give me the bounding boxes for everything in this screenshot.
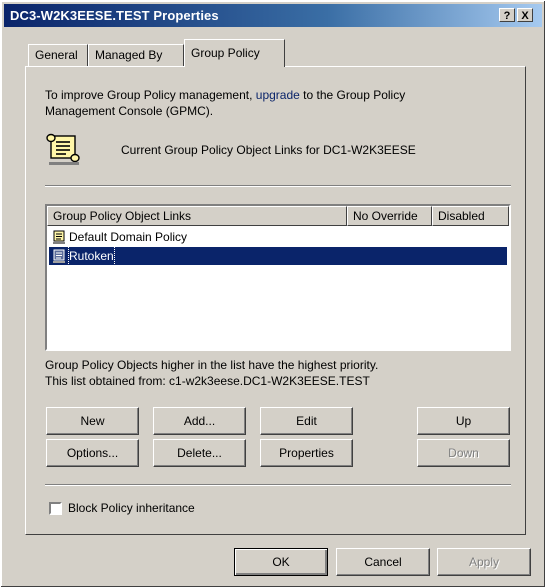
cancel-button[interactable]: Cancel [336,548,430,576]
properties-button[interactable]: Properties [260,439,353,467]
list-row-label: Rutoken [68,246,115,266]
tab-managed-by[interactable]: Managed By [88,44,184,66]
separator-bottom [45,484,511,486]
tab-group-policy[interactable]: Group Policy [184,39,285,67]
close-button[interactable]: X [517,8,533,22]
column-header-links[interactable]: Group Policy Object Links [47,206,347,226]
current-links-caption: Current Group Policy Object Links for DC… [121,143,416,157]
intro-text-part1: To improve Group Policy management, [45,88,253,102]
group-policy-scroll-icon [46,133,80,165]
list-row-rutoken[interactable]: Rutoken [49,246,507,266]
block-inheritance-checkbox[interactable] [49,502,62,515]
column-header-no-override[interactable]: No Override [347,206,432,226]
intro-text-line2: Management Console (GPMC). [45,104,214,118]
options-button[interactable]: Options... [46,439,139,467]
tab-general[interactable]: General [28,44,88,66]
up-button[interactable]: Up [417,407,510,435]
add-button[interactable]: Add... [153,407,246,435]
priority-note: Group Policy Objects higher in the list … [45,358,379,372]
ok-button[interactable]: OK [234,548,328,576]
properties-dialog: DC3-W2K3EESE.TEST Properties ? X General… [0,0,546,588]
separator-top [45,185,511,187]
new-button[interactable]: New [46,407,139,435]
intro-text-part2: to the Group Policy [303,88,406,102]
gpo-links-list[interactable]: Group Policy Object Links No Override Di… [45,204,511,351]
apply-button[interactable]: Apply [437,548,531,576]
scroll-icon [53,249,65,263]
window-title: DC3-W2K3EESE.TEST Properties [10,8,219,23]
current-links-prefix: Current Group Policy Object Links for [121,143,320,157]
column-header-disabled[interactable]: Disabled [432,206,509,226]
list-row-default-domain-policy[interactable]: Default Domain Policy [49,228,507,246]
obtained-from-note: This list obtained from: c1-w2k3eese.DC1… [45,374,370,388]
scroll-icon [53,230,65,244]
delete-button[interactable]: Delete... [153,439,246,467]
upgrade-link[interactable]: upgrade [256,88,300,102]
title-bar[interactable]: DC3-W2K3EESE.TEST Properties ? X [4,4,542,27]
help-button[interactable]: ? [499,8,515,22]
block-inheritance-label[interactable]: Block Policy inheritance [68,501,195,515]
down-button[interactable]: Down [417,439,510,467]
edit-button[interactable]: Edit [260,407,353,435]
intro-text-line1: To improve Group Policy management, upgr… [45,88,405,102]
current-links-domain: DC1-W2K3EESE [323,143,416,157]
list-row-label: Default Domain Policy [69,230,188,244]
